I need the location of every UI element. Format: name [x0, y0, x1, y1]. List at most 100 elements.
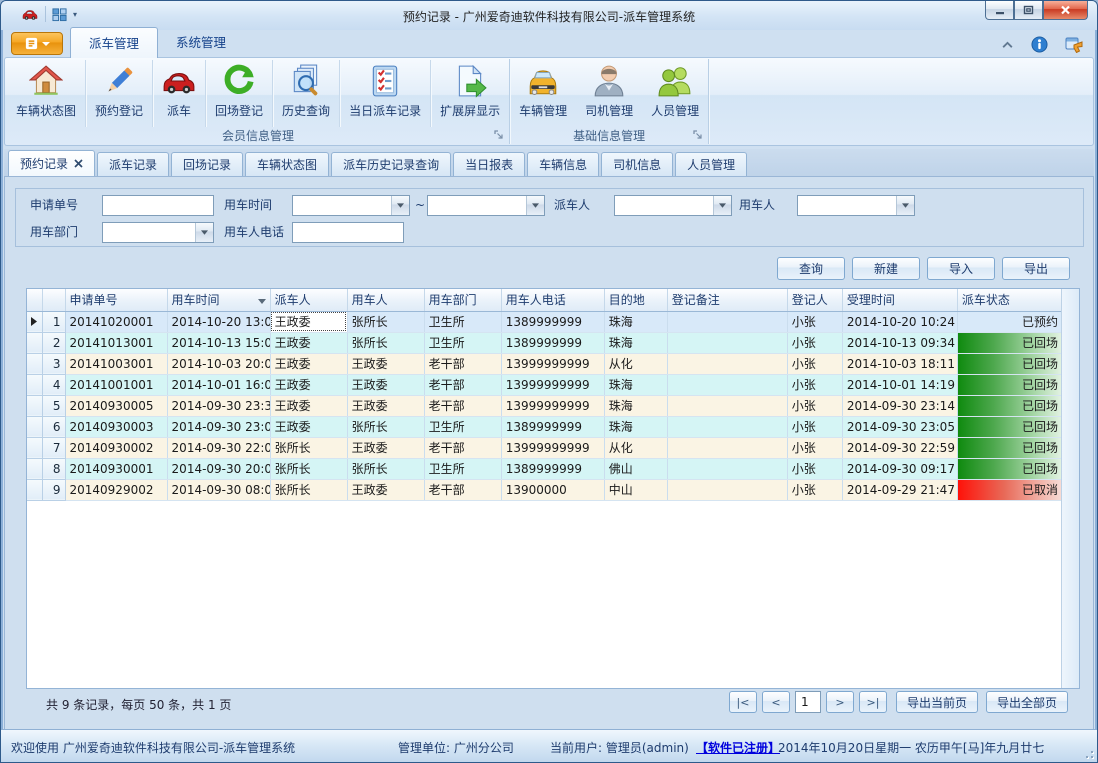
table-row-5[interactable]: 5201409300052014-09-30 23:30王政委王政委老干部139…	[27, 395, 1061, 416]
ribbon-tab-2[interactable]: 系统管理	[158, 27, 244, 57]
status-cell: 已回场	[957, 437, 1061, 458]
registered-link[interactable]: 【软件已注册】	[696, 739, 780, 756]
phone-input[interactable]	[292, 222, 404, 243]
column-header-5[interactable]: 用车部门	[424, 289, 501, 311]
doc-tab-7[interactable]: 车辆信息	[527, 152, 599, 176]
ribbon-button-yellow-car[interactable]: 车辆管理	[510, 60, 576, 127]
column-header-8[interactable]: 登记备注	[667, 289, 787, 311]
use-time-to-select[interactable]	[427, 195, 545, 216]
cell: 13999999999	[501, 395, 604, 416]
action-button-2[interactable]: 新建	[852, 257, 920, 280]
column-header-2[interactable]: 用车时间	[167, 289, 270, 311]
row-number-cell: 1	[42, 311, 65, 332]
status-cell: 已预约	[957, 311, 1061, 332]
doc-tab-9[interactable]: 人员管理	[675, 152, 747, 176]
resize-grip[interactable]	[1081, 746, 1093, 758]
cell: 珠海	[604, 374, 667, 395]
column-header-label: 受理时间	[847, 293, 895, 307]
dispatcher-select[interactable]	[614, 195, 732, 216]
export-all-pages-button[interactable]: 导出全部页	[986, 691, 1068, 713]
ribbon-button-checklist[interactable]: 当日派车记录	[340, 60, 431, 127]
ribbon-button-house[interactable]: 车辆状态图	[7, 60, 86, 127]
ribbon-button-label: 司机管理	[585, 102, 633, 119]
table-row-9[interactable]: 9201409290022014-09-30 08:00张所长王政委老干部139…	[27, 479, 1061, 500]
table-row-3[interactable]: 3201410030012014-10-03 20:00王政委王政委老干部139…	[27, 353, 1061, 374]
doc-tab-5[interactable]: 派车历史记录查询	[331, 152, 451, 176]
table-row-8[interactable]: 8201409300012014-09-30 20:00张所长张所长卫生所138…	[27, 458, 1061, 479]
export-current-page-button[interactable]: 导出当前页	[896, 691, 978, 713]
table-row-4[interactable]: 4201410010012014-10-01 16:00王政委王政委老干部139…	[27, 374, 1061, 395]
cell: 珠海	[604, 311, 667, 332]
title-bar[interactable]: ▾ 预约记录 - 广州爱奇迪软件科技有限公司-派车管理系统	[1, 1, 1097, 30]
column-header-4[interactable]: 用车人	[347, 289, 424, 311]
close-tab-icon[interactable]	[74, 159, 83, 168]
use-time-from-select[interactable]	[292, 195, 410, 216]
table-row-6[interactable]: 6201409300032014-09-30 23:00王政委张所长卫生所138…	[27, 416, 1061, 437]
pencil-icon	[102, 64, 136, 98]
column-header-9[interactable]: 登记人	[787, 289, 842, 311]
ribbon-tab-1[interactable]: 派车管理	[70, 27, 158, 58]
skin-style-icon[interactable]	[1065, 35, 1084, 53]
close-button[interactable]	[1043, 1, 1088, 20]
ribbon-button-driver[interactable]: 司机管理	[576, 60, 642, 127]
ribbon-button-extend-screen[interactable]: 扩展屏显示	[431, 60, 509, 127]
application-menu-button[interactable]	[11, 32, 63, 55]
table-row-2[interactable]: 2201410130012014-10-13 15:00王政委张所长卫生所138…	[27, 332, 1061, 353]
status-bar: 欢迎使用 广州爱奇迪软件科技有限公司-派车管理系统 管理单位: 广州分公司 当前…	[1, 729, 1097, 762]
restore-button[interactable]	[1014, 1, 1043, 20]
cell: 小张	[787, 479, 842, 500]
cell: 老干部	[424, 374, 501, 395]
doc-tab-3[interactable]: 回场记录	[171, 152, 243, 176]
doc-tab-4[interactable]: 车辆状态图	[245, 152, 329, 176]
column-header-6[interactable]: 用车人电话	[501, 289, 604, 311]
action-button-1[interactable]: 查询	[777, 257, 845, 280]
dialog-launcher-icon[interactable]	[693, 130, 703, 140]
table-row-7[interactable]: 7201409300022014-09-30 22:00张所长王政委老干部139…	[27, 437, 1061, 458]
ribbon-button-pencil[interactable]: 预约登记	[86, 60, 153, 127]
user-select[interactable]	[797, 195, 915, 216]
ribbon-group: 车辆管理司机管理人员管理基础信息管理	[510, 59, 709, 144]
prev-page-button[interactable]: <	[762, 691, 790, 713]
request-no-input[interactable]	[102, 195, 214, 216]
cell: 1389999999	[501, 458, 604, 479]
cell	[667, 311, 787, 332]
cell: 小张	[787, 416, 842, 437]
column-header-10[interactable]: 受理时间	[842, 289, 957, 311]
action-button-4[interactable]: 导出	[1002, 257, 1070, 280]
cell: 2014-09-30 09:17	[842, 458, 957, 479]
cell: 王政委	[347, 437, 424, 458]
column-header-1[interactable]: 申请单号	[65, 289, 167, 311]
ribbon-button-people[interactable]: 人员管理	[642, 60, 708, 127]
department-select[interactable]	[102, 222, 214, 243]
collapse-ribbon-icon[interactable]	[1001, 40, 1014, 49]
cell: 小张	[787, 458, 842, 479]
status-cell: 已回场	[957, 458, 1061, 479]
ribbon-button-red-car[interactable]: 派车	[153, 60, 206, 127]
cell: 王政委	[270, 353, 347, 374]
info-icon[interactable]	[1031, 36, 1048, 53]
minimize-button[interactable]	[985, 1, 1014, 20]
doc-tab-2[interactable]: 派车记录	[97, 152, 169, 176]
column-header-3[interactable]: 派车人	[270, 289, 347, 311]
ribbon-button-recycle[interactable]: 回场登记	[206, 60, 273, 127]
cell: 张所长	[270, 479, 347, 500]
cell: 珠海	[604, 395, 667, 416]
next-page-button[interactable]: >	[826, 691, 854, 713]
doc-tab-1[interactable]: 预约记录	[8, 150, 95, 176]
action-button-3[interactable]: 导入	[927, 257, 995, 280]
cell: 2014-10-13 15:00	[167, 332, 270, 353]
last-page-button[interactable]: >|	[859, 691, 887, 713]
doc-tab-6[interactable]: 当日报表	[453, 152, 525, 176]
vertical-scrollbar[interactable]	[1061, 289, 1079, 688]
doc-tab-8[interactable]: 司机信息	[601, 152, 673, 176]
page-number-input[interactable]: 1	[795, 691, 821, 713]
table-row-1[interactable]: 1201410200012014-10-20 13:00王政委张所长卫生所138…	[27, 311, 1061, 332]
doc-tab-label: 当日报表	[465, 156, 513, 173]
column-header-11[interactable]: 派车状态	[957, 289, 1061, 311]
ribbon-button-history-search[interactable]: 历史查询	[273, 60, 340, 127]
dialog-launcher-icon[interactable]	[494, 130, 504, 140]
cell: 从化	[604, 353, 667, 374]
first-page-button[interactable]: |<	[729, 691, 757, 713]
column-header-7[interactable]: 目的地	[604, 289, 667, 311]
sort-desc-icon	[258, 299, 266, 304]
